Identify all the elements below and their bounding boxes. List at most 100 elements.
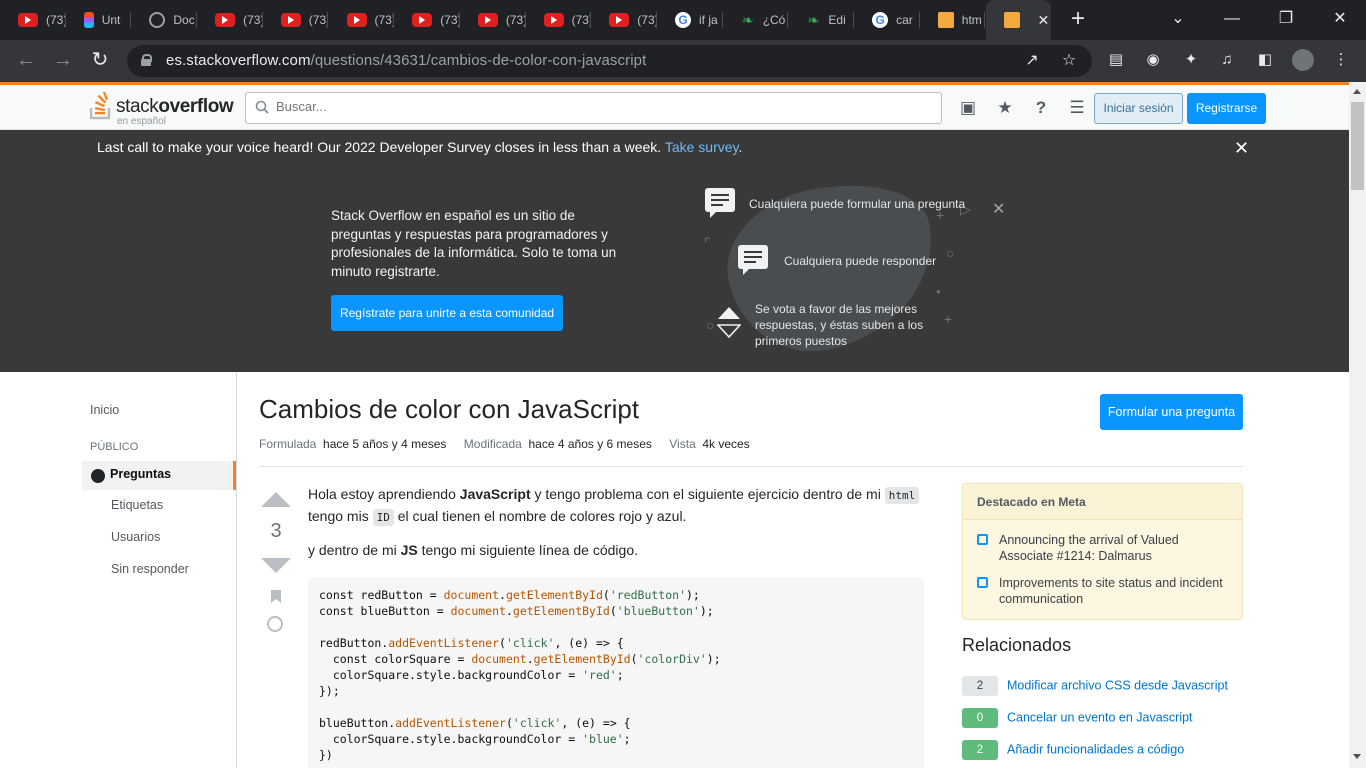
- tab-title: Doc: [173, 13, 195, 27]
- search-box[interactable]: [245, 92, 942, 124]
- signup-button[interactable]: Registrarse: [1187, 93, 1266, 124]
- browser-tab[interactable]: (73): [263, 0, 329, 40]
- browser-tab[interactable]: Gif ja: [657, 0, 723, 40]
- extension-icon[interactable]: ▤: [1105, 49, 1127, 71]
- upvote-icon[interactable]: [261, 492, 291, 507]
- menu-icon[interactable]: ⋮: [1330, 49, 1352, 71]
- related-item[interactable]: 0 Cancelar un evento en Javascript: [962, 708, 1193, 728]
- tab-title: Edi: [828, 13, 846, 27]
- restore-button[interactable]: ❐: [1272, 6, 1300, 34]
- ask-question-button[interactable]: Formular una pregunta: [1100, 394, 1243, 430]
- new-tab-button[interactable]: +: [1066, 7, 1090, 32]
- corner-decoration-icon: ⌜: [704, 235, 711, 251]
- avatar[interactable]: [1292, 49, 1314, 71]
- browser-tab[interactable]: Gcar: [854, 0, 920, 40]
- close-hero-icon[interactable]: ✕: [992, 199, 1005, 219]
- stackoverflow-icon: [90, 92, 111, 120]
- reload-button[interactable]: ↻: [87, 48, 113, 74]
- tab-title: car: [896, 13, 913, 27]
- browser-tab[interactable]: (73): [591, 0, 657, 40]
- youtube-icon: [412, 13, 433, 27]
- sidebar-item-unanswered[interactable]: Sin responder: [111, 562, 189, 576]
- circle-decoration-icon: ○: [706, 317, 715, 333]
- sidebar-item-home[interactable]: Inicio: [90, 403, 119, 417]
- take-survey-link[interactable]: Take survey: [665, 139, 739, 155]
- browser-tab[interactable]: (73): [394, 0, 460, 40]
- join-community-button[interactable]: Regístrate para unirte a esta comunidad: [331, 295, 563, 331]
- back-button[interactable]: ←: [13, 48, 39, 74]
- browser-tab[interactable]: (73): [329, 0, 395, 40]
- scrollbar-thumb[interactable]: [1351, 102, 1364, 190]
- sidebar-item-questions[interactable]: Preguntas: [82, 461, 236, 490]
- tab-title: ¿Có: [762, 13, 786, 27]
- close-window-button[interactable]: ✕: [1326, 6, 1354, 34]
- share-icon[interactable]: ↗: [1022, 51, 1042, 71]
- browser-tab[interactable]: Unt: [66, 0, 132, 40]
- scroll-down-icon[interactable]: [1353, 754, 1361, 759]
- bookmark-icon[interactable]: [271, 590, 281, 603]
- login-button[interactable]: Iniciar sesión: [1094, 93, 1183, 124]
- related-link[interactable]: Cancelar un evento en Javascript: [1007, 710, 1193, 724]
- globe-icon: [149, 12, 166, 28]
- bookmark-star-icon[interactable]: ☆: [1059, 51, 1079, 71]
- downvote-icon[interactable]: [261, 558, 291, 573]
- address-bar[interactable]: es.stackoverflow.com/questions/43631/cam…: [127, 45, 1092, 77]
- meta-item[interactable]: Announcing the arrival of Valued Associa…: [977, 532, 1232, 564]
- code-line: redButton.addEventListener('click', (e) …: [319, 636, 624, 650]
- tab-title: htm: [961, 13, 982, 27]
- close-tab-icon[interactable]: ✕: [1038, 12, 1050, 29]
- tab-title: (73): [440, 13, 460, 27]
- divider: [259, 466, 1243, 467]
- featured-meta-title: Destacado en Meta: [963, 484, 1242, 520]
- browser-tab[interactable]: (73): [0, 0, 66, 40]
- help-icon[interactable]: ?: [1030, 97, 1052, 119]
- browser-tab[interactable]: htm: [920, 0, 986, 40]
- site-switcher-icon[interactable]: ☰: [1066, 97, 1088, 119]
- related-item[interactable]: 2 Modificar archivo CSS desde Javascript: [962, 676, 1228, 696]
- search-input[interactable]: [276, 99, 916, 114]
- question-bubble-icon: [705, 188, 735, 218]
- answer-count-badge: 2: [962, 676, 998, 696]
- answer-count-badge: 2: [962, 740, 998, 760]
- minimize-button[interactable]: —: [1218, 6, 1246, 34]
- browser-tab[interactable]: (73): [526, 0, 592, 40]
- inbox-icon[interactable]: ▣: [957, 97, 979, 119]
- side-panel-icon[interactable]: ◧: [1254, 49, 1276, 71]
- forward-button[interactable]: →: [50, 48, 76, 74]
- browser-tab[interactable]: (73): [197, 0, 263, 40]
- history-icon[interactable]: [267, 616, 283, 632]
- sidebar-section-public: PÚBLICO: [90, 441, 139, 453]
- youtube-icon: [346, 13, 367, 27]
- search-icon: [255, 100, 269, 114]
- tab-title: (73): [243, 13, 263, 27]
- browser-tab[interactable]: Doc: [131, 0, 198, 40]
- sidebar-item-tags[interactable]: Etiquetas: [111, 498, 163, 512]
- browser-tab[interactable]: ❧ ¿Có: [723, 0, 789, 40]
- sidebar-item-label: Preguntas: [110, 467, 172, 481]
- question-title[interactable]: Cambios de color con JavaScript: [259, 394, 639, 425]
- browser-tab[interactable]: ❧ Edi: [788, 0, 855, 40]
- lock-icon[interactable]: [141, 54, 152, 66]
- tab-search-icon[interactable]: ⌄: [1164, 6, 1192, 34]
- stackoverflow-logo[interactable]: stackoverflow en español: [90, 90, 235, 127]
- tab-title: if ja: [699, 13, 718, 27]
- related-item[interactable]: 2 Añadir funcionalidades a código: [962, 740, 1184, 760]
- profile-extension-icon[interactable]: ◉: [1142, 49, 1164, 71]
- puzzle-icon[interactable]: ✦: [1180, 49, 1202, 71]
- globe-icon: [91, 469, 105, 483]
- meta-item[interactable]: Improvements to site status and incident…: [977, 575, 1232, 607]
- achievements-icon[interactable]: ★: [994, 97, 1016, 119]
- related-link[interactable]: Añadir funcionalidades a código: [1007, 742, 1184, 756]
- browser-tab[interactable]: (73): [460, 0, 526, 40]
- scroll-up-icon[interactable]: [1353, 89, 1361, 94]
- browser-tab[interactable]: ✕: [985, 0, 1052, 40]
- tab-title: (73): [571, 13, 592, 27]
- media-icon[interactable]: ♫: [1216, 49, 1238, 71]
- question-body: Hola estoy aprendiendo JavaScript y teng…: [308, 484, 928, 573]
- sidebar-item-users[interactable]: Usuarios: [111, 530, 160, 544]
- related-link[interactable]: Modificar archivo CSS desde Javascript: [1007, 678, 1228, 692]
- close-survey-icon[interactable]: ✕: [1234, 139, 1249, 157]
- page-scrollbar[interactable]: [1349, 82, 1366, 768]
- related-title: Relacionados: [962, 635, 1072, 655]
